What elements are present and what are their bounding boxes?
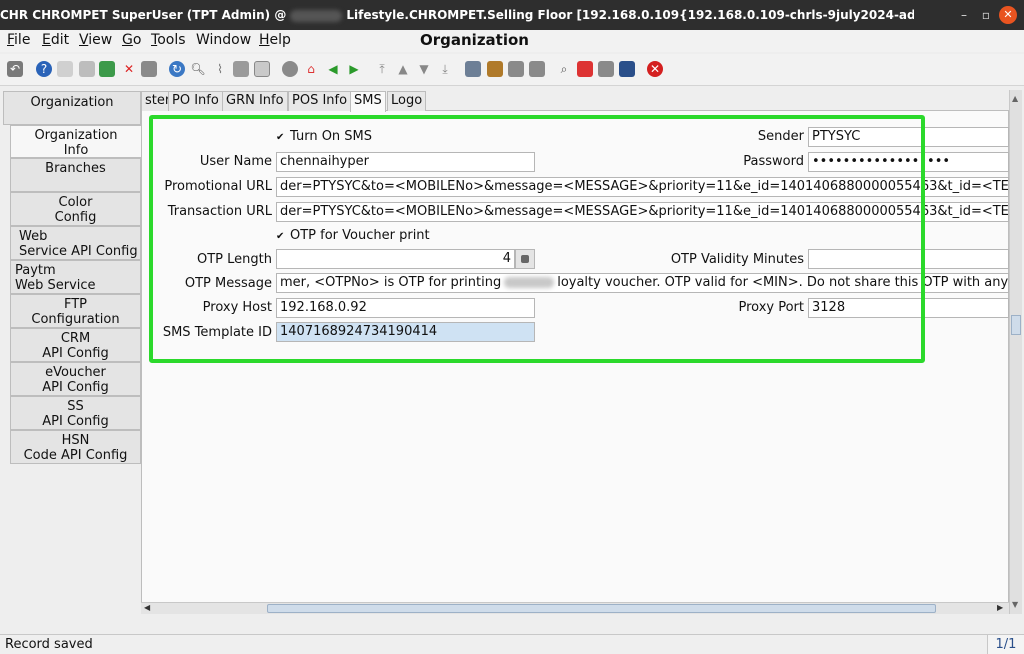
delete-selection-icon[interactable]: ✕ xyxy=(121,61,137,77)
menu-window[interactable]: Window xyxy=(196,32,251,48)
archive-icon[interactable] xyxy=(487,61,503,77)
title-bar: CHR CHROMPET SuperUser (TPT Admin) @ Life… xyxy=(0,0,1024,30)
previous-record-icon[interactable]: ▲ xyxy=(395,61,411,77)
tab-logo[interactable]: Logo xyxy=(387,91,427,111)
copy-record-icon[interactable] xyxy=(79,61,95,77)
first-record-icon[interactable]: ⤒ xyxy=(374,61,390,77)
toolbar: ↶ ? ✕ ↻ 🔍︎ ⌇ ⌂ ◀ ▶ ⤒ ▲ ▼ ⤓ ⌕ ✕ xyxy=(0,54,1024,86)
save-icon[interactable] xyxy=(141,61,157,77)
horizontal-scrollbar[interactable]: ◀ ▶ xyxy=(141,602,1009,614)
status-message: Record saved xyxy=(5,637,93,652)
vertical-scroll-thumb[interactable] xyxy=(1011,315,1021,335)
sidetab-hsn-code-api-config[interactable]: HSN Code API Config xyxy=(10,430,141,464)
window-title-prefix: CHR CHROMPET SuperUser (TPT Admin) @ xyxy=(0,8,287,22)
parent-record-icon[interactable]: ◀ xyxy=(325,61,341,77)
delete-icon[interactable] xyxy=(99,61,115,77)
attachment-icon[interactable]: ⌇ xyxy=(212,61,228,77)
tab-pos-info[interactable]: POS Info xyxy=(288,91,352,111)
report-icon[interactable] xyxy=(465,61,481,77)
zoom-across-icon[interactable]: ⌕ xyxy=(556,61,572,77)
menu-view[interactable]: View xyxy=(79,32,112,48)
menu-help[interactable]: Help xyxy=(259,32,291,48)
refresh-icon[interactable]: ↻ xyxy=(169,61,185,77)
menu-tools[interactable]: Tools xyxy=(151,32,186,48)
undo-icon[interactable]: ↶ xyxy=(7,61,23,77)
vertical-scrollbar[interactable]: ▲ ▼ xyxy=(1009,90,1022,614)
chat-icon[interactable] xyxy=(233,61,249,77)
scroll-right-icon[interactable]: ▶ xyxy=(997,603,1003,612)
menu-edit[interactable]: Edit xyxy=(42,32,69,48)
window-heading: Organization xyxy=(420,31,529,49)
detail-record-icon[interactable]: ▶ xyxy=(346,61,362,77)
window-title-suffix: Lifestyle.CHROMPET.Selling Floor [192.16… xyxy=(346,8,914,22)
sidetab-ftp-configuration[interactable]: FTP Configuration xyxy=(10,294,141,328)
redacted-text xyxy=(290,9,343,22)
menu-file[interactable]: File xyxy=(7,32,30,48)
active-workflows-icon[interactable] xyxy=(577,61,593,77)
scroll-up-icon[interactable]: ▲ xyxy=(1012,94,1018,103)
sidetab-organization-info[interactable]: Organization Info xyxy=(10,125,141,158)
minimize-button[interactable]: – xyxy=(955,6,973,24)
highlight-box xyxy=(149,115,925,363)
home-icon[interactable]: ⌂ xyxy=(303,61,319,77)
scroll-left-icon[interactable]: ◀ xyxy=(144,603,150,612)
tab-grn-info[interactable]: GRN Info xyxy=(222,91,288,111)
horizontal-scroll-thumb[interactable] xyxy=(267,604,936,613)
menu-go[interactable]: Go xyxy=(122,32,141,48)
scroll-down-icon[interactable]: ▼ xyxy=(1012,600,1018,609)
last-record-icon[interactable]: ⤓ xyxy=(437,61,453,77)
end-window-icon[interactable]: ✕ xyxy=(647,61,663,77)
history-icon[interactable] xyxy=(282,61,298,77)
record-counter[interactable]: 1/1 xyxy=(987,635,1024,654)
sidetab-evoucher-api-config[interactable]: eVoucher API Config xyxy=(10,362,141,396)
help-icon[interactable]: ? xyxy=(36,61,52,77)
sidetab-organization[interactable]: Organization xyxy=(3,91,141,125)
find-icon[interactable]: 🔍︎ xyxy=(190,61,206,77)
tab-sms[interactable]: SMS xyxy=(350,91,386,112)
maximize-button[interactable]: ▫ xyxy=(977,6,995,24)
status-bar: Record saved 1/1 xyxy=(0,634,1024,654)
window-title: CHR CHROMPET SuperUser (TPT Admin) @ Life… xyxy=(0,0,914,30)
print-icon[interactable] xyxy=(529,61,545,77)
requests-icon[interactable] xyxy=(598,61,614,77)
print-preview-icon[interactable] xyxy=(508,61,524,77)
sidetab-branches[interactable]: Branches xyxy=(10,158,141,192)
close-window-button[interactable]: ✕ xyxy=(999,6,1017,24)
product-info-icon[interactable] xyxy=(619,61,635,77)
sidetab-color-config[interactable]: Color Config xyxy=(10,192,141,226)
sidetab-paytm-web-service-config[interactable]: PaytmWeb Service Config xyxy=(10,260,141,308)
sidetab-crm-api-config[interactable]: CRM API Config xyxy=(10,328,141,362)
sidetab-ss-api-config[interactable]: SS API Config xyxy=(10,396,141,430)
sidetab-web-service-api-config[interactable]: Web Service API Config xyxy=(10,226,141,260)
new-record-icon[interactable] xyxy=(57,61,73,77)
grid-toggle-icon[interactable] xyxy=(254,61,270,77)
menu-bar: File Edit View Go Tools Window Help Orga… xyxy=(0,30,1024,52)
tab-po-info[interactable]: PO Info xyxy=(168,91,223,111)
next-record-icon[interactable]: ▼ xyxy=(416,61,432,77)
